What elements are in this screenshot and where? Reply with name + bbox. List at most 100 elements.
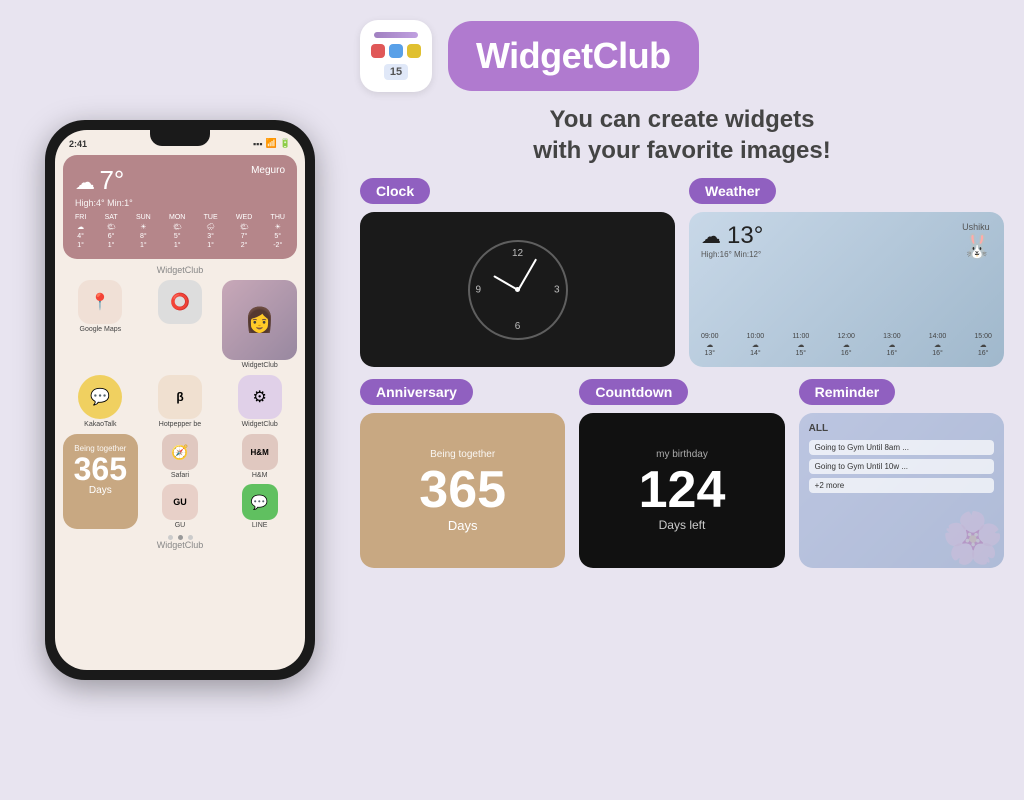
rp-overlay: ALL Going to Gym Until 8am ... Going to … (799, 413, 1004, 568)
kakao-icon: 💬 (78, 375, 122, 419)
phone-weather-highmin: High:4° Min:1° (75, 198, 285, 208)
battery-icon: 🔋 (280, 138, 291, 149)
phone-outer: 2:41 ▪▪▪ 📶 🔋 ☁ 7° (45, 120, 315, 680)
countdown-section: Countdown my birthday 124 Days left (579, 379, 784, 568)
phone-notch (150, 130, 210, 146)
phone-bottom-label: WidgetClub (63, 540, 297, 550)
anniversary-preview: Being together 365 Days (360, 413, 565, 568)
clock-num-3: 3 (554, 284, 560, 295)
clock-num-12: 12 (512, 248, 523, 259)
app-item-widgetclub2: ⚙ WidgetClub (222, 375, 297, 428)
circle-icon: ⭕ (158, 280, 202, 324)
clock-hand-hour (493, 275, 518, 291)
status-icons: ▪▪▪ 📶 🔋 (253, 138, 291, 149)
ap-days: Days (448, 518, 478, 533)
widgetclub2-label: WidgetClub (242, 421, 278, 428)
hm-icon: H&M (242, 434, 278, 470)
widget-grid-bottom: Anniversary Being together 365 Days Coun… (360, 379, 1004, 568)
wifi-icon: 📶 (266, 138, 277, 149)
wp-temp: 13° (727, 222, 763, 250)
rp-all-label: ALL (809, 423, 994, 434)
line-icon: 💬 (242, 484, 278, 520)
safari-label: Safari (171, 472, 189, 479)
hotpepper-icon: β (158, 375, 202, 419)
phone-widgetclub-label: WidgetClub (63, 265, 297, 275)
info-section: 15 WidgetClub You can create widgets wit… (360, 20, 1004, 780)
signal-icon: ▪▪▪ (253, 139, 263, 149)
app-logo: 15 (360, 20, 432, 92)
phone-small-apps: 🧭 Safari H&M H&M GU GU (143, 434, 297, 529)
clock-num-6: 6 (515, 321, 521, 332)
gu-icon: GU (162, 484, 198, 520)
weather-preview-card: ☁ 13° High:16° Min:12° Ushiku 🐰 (689, 212, 1004, 367)
anni-label: Being together (71, 444, 130, 453)
app-name-badge: WidgetClub (448, 21, 699, 91)
countdown-preview: my birthday 124 Days left (579, 413, 784, 568)
app-item-widgetclub-photo: 👩 WidgetClub (222, 280, 297, 369)
clock-section: Clock 12 3 6 9 (360, 178, 675, 367)
rp-item-1: Going to Gym Until 8am ... (809, 440, 994, 455)
hotpepper-label: Hotpepper be (159, 421, 201, 428)
phone-app-grid-2: 💬 KakaoTalk β Hotpepper be ⚙ WidgetClub (63, 375, 297, 428)
reminder-section: Reminder 🌸 ALL Going to Gym Until 8am ..… (799, 379, 1004, 568)
clock-hand-min (517, 258, 536, 290)
line-app: 💬 LINE (222, 484, 297, 529)
app-item-circle: ⭕ (143, 280, 218, 369)
kakao-label: KakaoTalk (84, 421, 116, 428)
weather-preview: ☁ 13° High:16° Min:12° Ushiku 🐰 (689, 212, 1004, 367)
phone-weather-forecast: FRI☁4°1° SAT🌤6°1° SUN☀8°1° MON🌤5°1° TUE🌧… (75, 214, 285, 249)
reminder-preview: 🌸 ALL Going to Gym Until 8am ... Going t… (799, 413, 1004, 568)
widgetclub-photo-label: WidgetClub (242, 362, 278, 369)
photo-placeholder: 👩 (222, 280, 297, 360)
phone-content: ☁ 7° Meguro High:4° Min:1° FRI☁4°1° SAT🌤… (55, 151, 305, 563)
ap-number: 365 (419, 464, 506, 516)
widget-grid-top: Clock 12 3 6 9 Weather (360, 178, 1004, 367)
logo-dot-yellow (407, 44, 421, 58)
tagline: You can create widgets with your favorit… (360, 104, 1004, 166)
phone-mockup: 2:41 ▪▪▪ 📶 🔋 ☁ 7° (20, 20, 340, 780)
clock-num-9: 9 (476, 284, 482, 295)
reminder-tag: Reminder (799, 379, 896, 405)
phone-weather-temp: 7° (99, 165, 124, 195)
widgetclub2-icon: ⚙ (238, 375, 282, 419)
logo-15-badge: 15 (384, 64, 408, 80)
app-item-hotpepper: β Hotpepper be (143, 375, 218, 428)
app-item-maps: 📍 Google Maps (63, 280, 138, 369)
hm-label: H&M (252, 472, 268, 479)
safari-app: 🧭 Safari (143, 434, 218, 479)
phone-time: 2:41 (69, 139, 87, 149)
hm-app: H&M H&M (222, 434, 297, 479)
line-label: LINE (252, 522, 268, 529)
maps-icon: 📍 (78, 280, 122, 324)
phone-app-grid-1: 📍 Google Maps ⭕ 👩 WidgetClub (63, 280, 297, 369)
rp-item-2: Going to Gym Until 10w ... (809, 459, 994, 474)
countdown-tag: Countdown (579, 379, 688, 405)
tagline-line1: You can create widgets (360, 104, 1004, 135)
safari-icon: 🧭 (162, 434, 198, 470)
phone-screen: 2:41 ▪▪▪ 📶 🔋 ☁ 7° (55, 130, 305, 670)
gu-app: GU GU (143, 484, 218, 529)
anni-number: 365 (71, 453, 130, 485)
logo-dot-blue (389, 44, 403, 58)
wp-days: 09:00☁13° 10:00☁14° 11:00☁15° 12:00☁16° … (701, 333, 992, 357)
phone-bottom-widgets: Being together 365 Days 🧭 Safari H&M (63, 434, 297, 529)
anniversary-section: Anniversary Being together 365 Days (360, 379, 565, 568)
app-item-kakao: 💬 KakaoTalk (63, 375, 138, 428)
anniversary-tag: Anniversary (360, 379, 473, 405)
tagline-line2: with your favorite images! (360, 135, 1004, 166)
phone-weather-location: Meguro (251, 165, 285, 176)
clock-preview: 12 3 6 9 (360, 212, 675, 367)
phone-anniversary-widget: Being together 365 Days (63, 434, 138, 529)
wp-location: Ushiku (962, 222, 992, 232)
app-header: 15 WidgetClub (360, 20, 1004, 92)
rp-item-3: +2 more (809, 478, 994, 493)
app-name: WidgetClub (476, 35, 671, 76)
weather-section: Weather ☁ 13° High:16° Min:12° (689, 178, 1004, 367)
cp-days: Days left (659, 518, 706, 532)
maps-label: Google Maps (80, 326, 122, 333)
logo-dot-red (371, 44, 385, 58)
cp-number: 124 (639, 464, 726, 516)
gu-label: GU (175, 522, 186, 529)
clock-tag: Clock (360, 178, 430, 204)
clock-face: 12 3 6 9 (468, 240, 568, 340)
